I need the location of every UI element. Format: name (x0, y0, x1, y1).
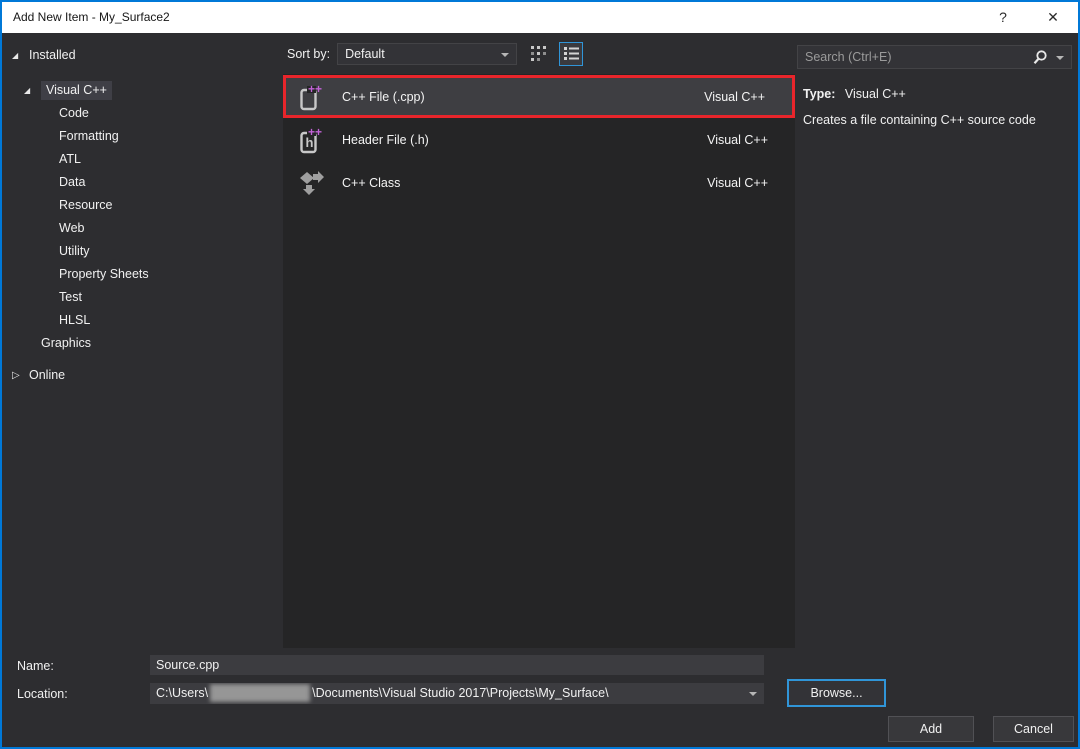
name-label: Name: (17, 659, 54, 673)
cancel-button[interactable]: Cancel (993, 716, 1074, 742)
template-list: ++ C++ File (.cpp) Visual C++ h ++ Heade… (283, 74, 795, 648)
sidebar-item-label: Installed (29, 48, 76, 62)
cpp-class-icon (297, 168, 325, 198)
sidebar-item-web[interactable]: Web (2, 217, 283, 240)
category-tree: ◢Installed ◢Visual C++ Code Formatting A… (2, 33, 283, 648)
sidebar-item-installed[interactable]: ◢Installed (2, 44, 283, 67)
sort-by-value: Default (345, 47, 385, 61)
header-file-icon: h ++ (297, 125, 325, 155)
search-icon[interactable] (1032, 49, 1049, 66)
details-panel: Type: Visual C++ Creates a file containi… (795, 33, 1078, 648)
svg-text:++: ++ (308, 125, 322, 139)
list-view-icon (563, 45, 580, 62)
grid-view-icon (530, 45, 547, 62)
search-options-chevron-icon[interactable] (1056, 56, 1064, 60)
template-type: Visual C++ (707, 133, 768, 147)
chevron-down-icon (501, 53, 509, 57)
location-path-prefix: C:\Users\ (156, 686, 208, 700)
close-button[interactable]: ✕ (1036, 2, 1070, 33)
type-label: Type: (803, 87, 835, 101)
template-row-cpp-file[interactable]: ++ C++ File (.cpp) Visual C++ (283, 75, 795, 118)
window-title: Add New Item - My_Surface2 (13, 2, 170, 33)
redacted-username (210, 684, 310, 702)
sort-by-label: Sort by: (287, 47, 330, 61)
titlebar: Add New Item - My_Surface2 ? ✕ (2, 2, 1078, 33)
template-description: Creates a file containing C++ source cod… (803, 113, 1072, 127)
footer: Name: Location: C:\Users\ \Documents\Visu… (2, 648, 1078, 747)
add-button[interactable]: Add (888, 716, 974, 742)
expanded-triangle-icon[interactable]: ◢ (24, 79, 41, 102)
location-combo[interactable]: C:\Users\ \Documents\Visual Studio 2017\P… (150, 683, 764, 704)
add-new-item-dialog: Add New Item - My_Surface2 ? ✕ ◢Installe… (0, 0, 1080, 749)
collapsed-triangle-icon[interactable]: ▷ (12, 364, 29, 387)
cpp-file-icon: ++ (297, 82, 325, 112)
list-view-button[interactable] (559, 42, 583, 66)
svg-text:++: ++ (308, 82, 322, 96)
template-type: Visual C++ (704, 90, 765, 104)
template-name: Header File (.h) (342, 133, 707, 147)
location-label: Location: (17, 687, 68, 701)
sidebar-item-label: Visual C++ (41, 81, 112, 100)
type-row: Type: Visual C++ (803, 87, 1072, 101)
template-row-header-file[interactable]: h ++ Header File (.h) Visual C++ (283, 118, 795, 161)
small-icons-view-button[interactable] (526, 42, 550, 66)
template-row-cpp-class[interactable]: C++ Class Visual C++ (283, 161, 795, 204)
type-value: Visual C++ (845, 87, 906, 101)
location-path-suffix: \Documents\Visual Studio 2017\Projects\M… (312, 686, 608, 700)
sidebar-item-online[interactable]: ▷Online (2, 364, 283, 387)
template-name: C++ Class (342, 176, 707, 190)
sidebar-item-visual-cpp[interactable]: ◢Visual C++ (2, 79, 283, 102)
chevron-down-icon[interactable] (749, 692, 757, 696)
sidebar-item-code[interactable]: Code (2, 102, 283, 125)
sidebar-item-resource[interactable]: Resource (2, 194, 283, 217)
sidebar-item-hlsl[interactable]: HLSL (2, 309, 283, 332)
sidebar-item-graphics[interactable]: Graphics (2, 332, 283, 355)
help-button[interactable]: ? (986, 2, 1020, 33)
sidebar-item-property-sheets[interactable]: Property Sheets (2, 263, 283, 286)
sidebar-item-test[interactable]: Test (2, 286, 283, 309)
list-toolbar: Sort by: Default (283, 33, 795, 74)
sort-by-dropdown[interactable]: Default (337, 43, 517, 65)
sidebar-item-data[interactable]: Data (2, 171, 283, 194)
sidebar-item-utility[interactable]: Utility (2, 240, 283, 263)
template-type: Visual C++ (707, 176, 768, 190)
sidebar-item-formatting[interactable]: Formatting (2, 125, 283, 148)
search-input[interactable] (798, 46, 1071, 68)
search-box (797, 45, 1072, 69)
name-input[interactable] (150, 655, 764, 675)
template-name: C++ File (.cpp) (342, 90, 704, 104)
expanded-triangle-icon[interactable]: ◢ (12, 44, 29, 67)
browse-button[interactable]: Browse... (787, 679, 886, 707)
sidebar-item-atl[interactable]: ATL (2, 148, 283, 171)
